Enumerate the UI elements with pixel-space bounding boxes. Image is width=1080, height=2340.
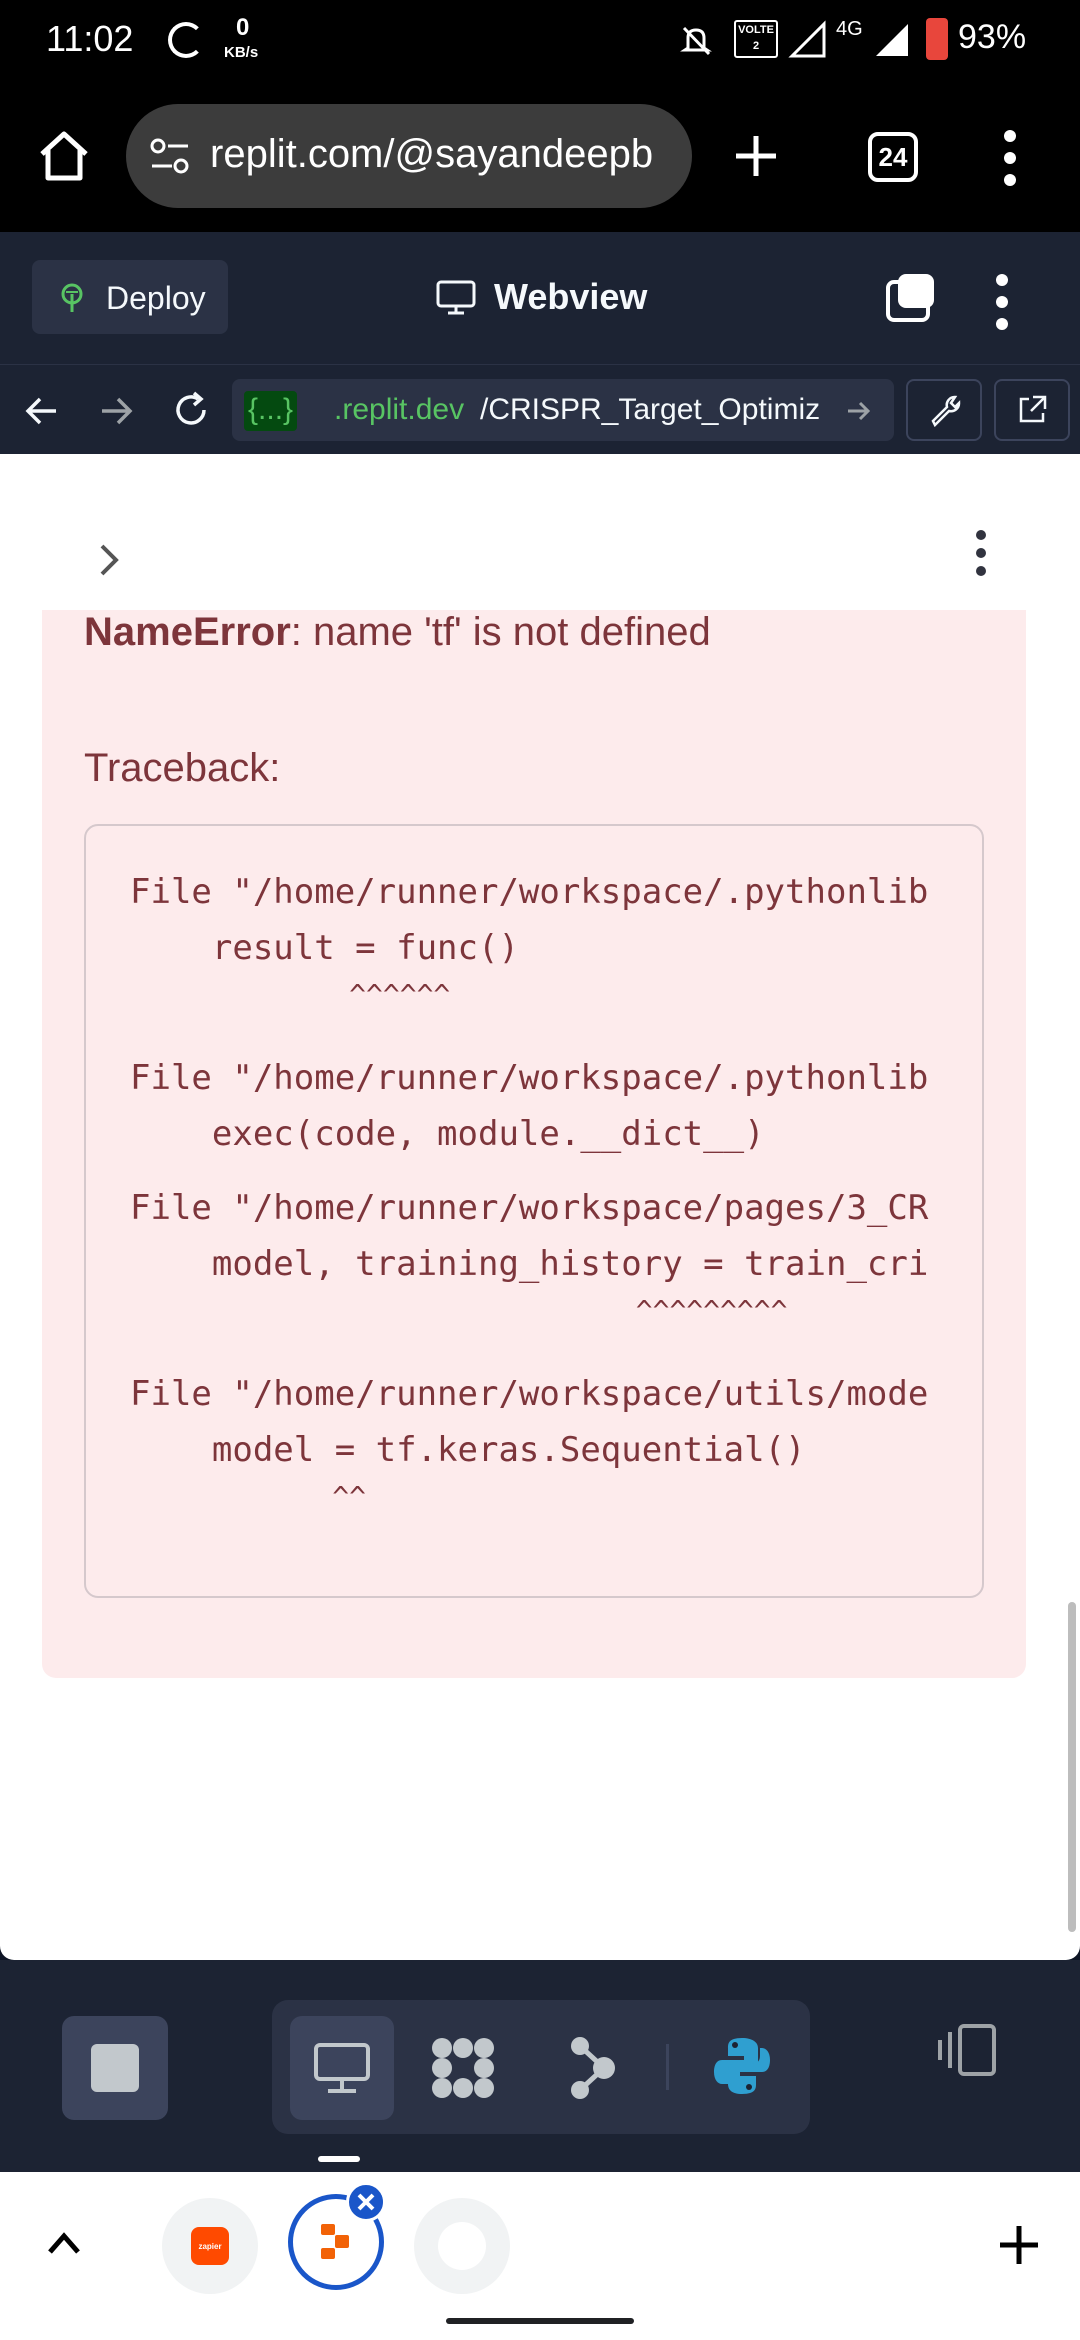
tab-strip: zapier <box>0 2172 1080 2340</box>
traceback-label: Traceback: <box>84 746 281 790</box>
empty-tab[interactable] <box>414 2198 510 2294</box>
domain-text: .replit.dev <box>334 393 465 426</box>
path-text: /CRISPR_Target_Optimiz <box>480 393 821 426</box>
tab-switch-icon[interactable] <box>886 274 936 322</box>
new-tab-icon[interactable] <box>732 132 780 180</box>
traceback-line: File "/home/runner/workspace/pages/3_CR <box>130 1188 929 1228</box>
webview-tool-button[interactable] <box>290 2016 394 2120</box>
tab-count: 24 <box>878 141 908 172</box>
zapier-label: zapier <box>191 2227 229 2265</box>
browser-menu-icon[interactable] <box>1004 130 1016 186</box>
python-icon[interactable] <box>710 2034 774 2098</box>
battery-icon <box>926 18 948 60</box>
replit-header: Deploy Webview <box>0 232 1080 364</box>
monitor-icon <box>314 2043 370 2093</box>
traceback-code-block: File "/home/runner/workspace/.pythonlib … <box>84 824 984 1598</box>
packages-icon[interactable] <box>428 2034 498 2102</box>
battery-percent: 93% <box>958 18 1027 56</box>
site-settings-icon[interactable] <box>148 136 192 176</box>
deploy-label: Deploy <box>106 280 206 316</box>
blank-tab-icon <box>438 2222 486 2270</box>
mute-icon <box>680 26 712 56</box>
tool-switcher <box>272 2000 810 2134</box>
traceback-line: ^^ <box>130 1480 367 1513</box>
net-speed: 0 <box>236 14 250 41</box>
error-box: NameError: name 'tf' is not defined Trac… <box>42 610 1026 1678</box>
status-time: 11:02 <box>46 18 134 59</box>
back-arrow-icon[interactable] <box>22 391 62 431</box>
error-name: NameError <box>84 610 291 654</box>
webview-url-field[interactable]: {...} .replit.dev /CRISPR_Target_Optimiz <box>232 379 894 441</box>
traceback-line: model = tf.keras.Sequential() <box>130 1430 806 1470</box>
reload-icon[interactable] <box>170 389 212 431</box>
replit-logo-icon <box>321 2224 349 2259</box>
net-type: 4G <box>836 18 863 40</box>
tab-switcher-button[interactable]: 24 <box>868 132 918 182</box>
volte-badge: VOLTE 2 <box>734 20 778 58</box>
home-icon[interactable] <box>34 126 94 186</box>
traceback-line: ^^^^^^^^^ <box>130 1294 788 1327</box>
divider <box>666 2044 669 2090</box>
webview-title[interactable]: Webview <box>494 276 647 318</box>
loading-icon <box>168 22 204 58</box>
traceback-line: File "/home/runner/workspace/.pythonlib <box>130 1058 929 1098</box>
scrollbar[interactable] <box>1068 1602 1076 1932</box>
chevron-up-icon[interactable] <box>44 2228 84 2258</box>
monitor-icon <box>436 280 476 315</box>
traceback-line: result = func() <box>130 928 519 968</box>
status-bar: 11:02 0 KB/s VOLTE 2 4G 93% <box>0 0 1080 80</box>
split-panes-icon[interactable] <box>934 2022 998 2078</box>
wrench-icon <box>931 395 961 427</box>
stop-button[interactable] <box>62 2016 168 2120</box>
forward-arrow-icon[interactable] <box>96 391 136 431</box>
traceback-line: exec(code, module.__dict__) <box>130 1114 765 1154</box>
zapier-tab[interactable]: zapier <box>162 2198 258 2294</box>
stop-icon <box>91 2044 139 2092</box>
error-title: NameError: name 'tf' is not defined <box>84 610 711 655</box>
gesture-bar <box>446 2318 634 2324</box>
domain-tag: {...} <box>244 391 298 431</box>
deploy-button[interactable]: Deploy <box>32 260 228 334</box>
pane-menu-icon[interactable] <box>996 274 1008 330</box>
deploy-icon <box>61 283 83 312</box>
url-bar[interactable]: replit.com/@sayandeepb <box>126 104 692 208</box>
traceback-line: ^^^^^^ <box>130 978 451 1011</box>
traceback-line: File "/home/runner/workspace/.pythonlib <box>130 872 929 912</box>
webview-navbar: {...} .replit.dev /CRISPR_Target_Optimiz <box>0 364 1080 454</box>
add-tab-icon[interactable] <box>996 2222 1042 2268</box>
webview-content: NameError: name 'tf' is not defined Trac… <box>0 454 1080 1960</box>
net-unit: KB/s <box>224 44 259 61</box>
replit-bottom-toolbar <box>0 1960 1080 2172</box>
signal-full-icon <box>876 24 908 56</box>
drag-handle[interactable] <box>318 2156 360 2162</box>
open-new-tab-button[interactable] <box>994 379 1070 441</box>
app-menu-icon[interactable] <box>976 530 988 578</box>
url-text[interactable]: replit.com/@sayandeepb <box>210 132 682 182</box>
traceback-line: model, training_history = train_cri <box>130 1244 929 1284</box>
devtools-button[interactable] <box>906 379 982 441</box>
error-message: : name 'tf' is not defined <box>290 610 711 654</box>
close-icon <box>357 2193 375 2211</box>
signal-icon <box>788 20 826 58</box>
chevron-right-icon[interactable] <box>96 540 124 580</box>
go-arrow-icon[interactable] <box>844 397 874 425</box>
external-link-icon <box>1019 395 1047 423</box>
browser-toolbar: replit.com/@sayandeepb 24 <box>0 80 1080 232</box>
git-icon[interactable] <box>568 2034 618 2102</box>
traceback-line: File "/home/runner/workspace/utils/mode <box>130 1374 929 1414</box>
close-tab-button[interactable] <box>346 2182 386 2222</box>
